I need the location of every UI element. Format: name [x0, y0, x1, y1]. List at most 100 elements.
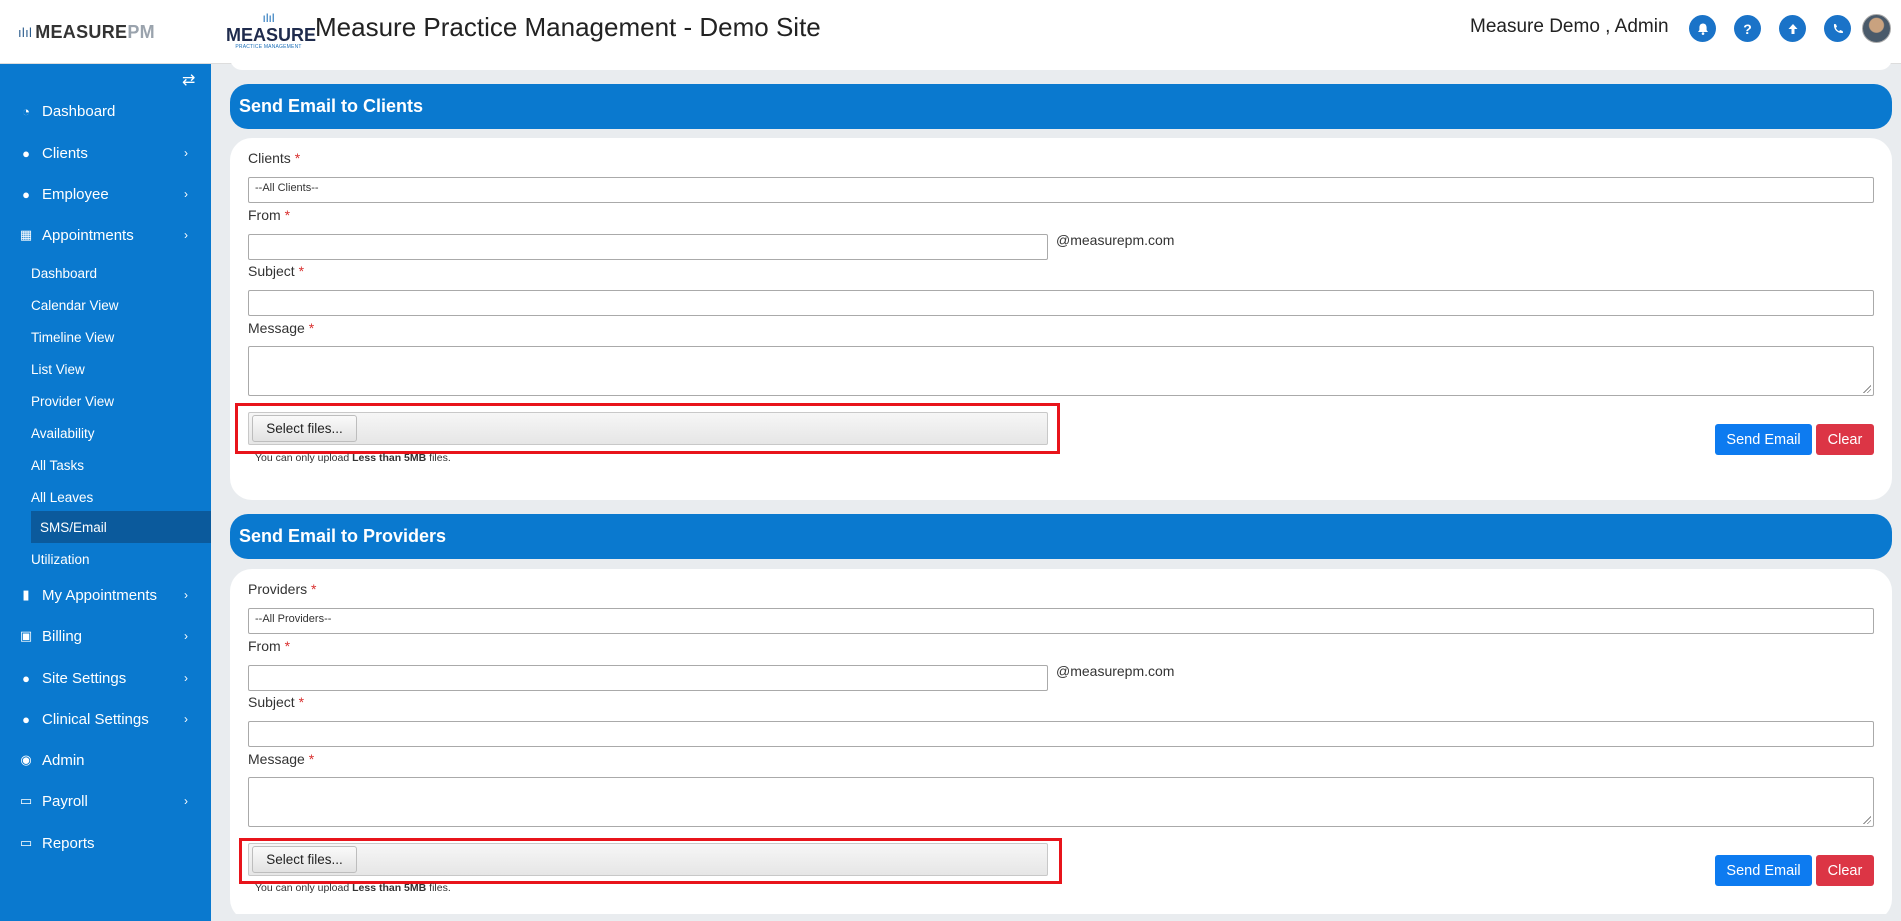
- email-domain: @measurepm.com: [1056, 232, 1175, 248]
- brand-suffix: PM: [127, 22, 155, 42]
- chevron-right-icon: ›: [184, 671, 188, 685]
- dashboard-icon: ◔: [22, 103, 30, 119]
- highlight-box: [239, 838, 1062, 884]
- sidebar-item-reports[interactable]: ▭ Reports: [0, 828, 211, 858]
- providers-label: Providers *: [248, 581, 317, 597]
- money-icon: ▣: [19, 628, 33, 643]
- previous-card-edge: [230, 58, 1892, 70]
- book-icon: ▮: [22, 587, 30, 602]
- calendar-icon: ▦: [19, 227, 33, 242]
- upload-icon[interactable]: [1779, 15, 1806, 42]
- sidebar-item-label: Admin: [42, 751, 85, 769]
- sidebar-subitem-list-view[interactable]: List View: [0, 353, 211, 385]
- users-icon: ●: [22, 186, 30, 202]
- subject-input[interactable]: [248, 721, 1874, 747]
- send-email-button[interactable]: Send Email: [1715, 855, 1812, 886]
- bell-icon[interactable]: [1689, 15, 1716, 42]
- chevron-right-icon: ›: [184, 712, 188, 726]
- sidebar: ⇄ ◔ Dashboard ● Clients › ● Employee › ▦…: [0, 64, 211, 921]
- clients-select[interactable]: --All Clients--: [248, 177, 1874, 203]
- sidebar-item-dashboard[interactable]: ◔ Dashboard: [0, 96, 211, 126]
- sidebar-item-label: Billing: [42, 627, 83, 645]
- sidebar-item-label: Appointments: [42, 226, 134, 244]
- sidebar-subitem-timeline-view[interactable]: Timeline View: [0, 321, 211, 353]
- sidebar-item-appointments[interactable]: ▦ Appointments ›: [0, 220, 211, 250]
- from-label: From *: [248, 638, 291, 654]
- sidebar-item-label: My Appointments: [42, 586, 158, 604]
- phone-icon[interactable]: [1824, 15, 1851, 42]
- logo-word: MEASURE: [226, 25, 317, 45]
- message-label: Message *: [248, 751, 315, 767]
- sidebar-subitem-utilization[interactable]: Utilization: [0, 543, 211, 575]
- brand-name: MEASURE: [35, 22, 128, 42]
- user-icon: ●: [22, 670, 30, 686]
- sidebar-item-label: Payroll: [42, 792, 88, 810]
- resize-grip-icon[interactable]: [1863, 385, 1871, 393]
- logo-subtitle: PRACTICE MANAGEMENT: [235, 44, 302, 50]
- sidebar-subitem-calendar-view[interactable]: Calendar View: [0, 289, 211, 321]
- section-header-providers: Send Email to Providers: [230, 514, 1892, 559]
- user-icon: ●: [22, 145, 30, 161]
- chevron-right-icon: ›: [184, 228, 188, 242]
- sidebar-item-label: Dashboard: [42, 102, 116, 120]
- sidebar-item-label: Reports: [42, 834, 95, 852]
- user-name[interactable]: Measure Demo , Admin: [1470, 16, 1669, 38]
- help-icon[interactable]: ?: [1734, 15, 1761, 42]
- credit-card-icon: ▭: [19, 835, 33, 850]
- highlight-box: [235, 403, 1060, 454]
- sidebar-item-label: Site Settings: [42, 669, 127, 687]
- page-bottom-edge: [230, 914, 1892, 921]
- chevron-right-icon: ›: [184, 146, 188, 160]
- clients-label: Clients *: [248, 150, 301, 166]
- sidebar-item-admin[interactable]: ◉ Admin: [0, 745, 211, 775]
- providers-email-card: Providers * --All Providers-- From * @me…: [230, 569, 1892, 921]
- sidebar-item-clients[interactable]: ● Clients ›: [0, 138, 211, 168]
- sidebar-item-label: Employee: [42, 185, 109, 203]
- from-input[interactable]: [248, 234, 1048, 260]
- chevron-right-icon: ›: [184, 794, 188, 808]
- sidebar-item-billing[interactable]: ▣ Billing ›: [0, 621, 211, 651]
- subject-label: Subject *: [248, 263, 305, 279]
- sidebar-toggle-icon[interactable]: ⇄: [182, 70, 195, 90]
- sidebar-subitem-dashboard[interactable]: Dashboard: [0, 257, 211, 289]
- sidebar-item-my-appointments[interactable]: ▮ My Appointments ›: [0, 580, 211, 610]
- chevron-right-icon: ›: [184, 588, 188, 602]
- email-domain: @measurepm.com: [1056, 663, 1175, 679]
- sidebar-item-label: Clients: [42, 144, 88, 162]
- sidebar-item-site-settings[interactable]: ● Site Settings ›: [0, 663, 211, 693]
- sidebar-subitem-availability[interactable]: Availability: [0, 417, 211, 449]
- message-textarea[interactable]: [248, 777, 1874, 827]
- upload-hint: You can only upload Less than 5MB files.: [255, 882, 451, 894]
- subject-label: Subject *: [248, 694, 305, 710]
- send-email-button[interactable]: Send Email: [1715, 424, 1812, 455]
- top-bar: ılıl MEASURE PM ılıl MEASURE PRACTICE MAN…: [0, 0, 1901, 64]
- page-title: Measure Practice Management - Demo Site: [315, 12, 821, 42]
- practice-logo: ılıl MEASURE PRACTICE MANAGEMENT: [226, 11, 317, 56]
- sidebar-subitem-all-tasks[interactable]: All Tasks: [0, 449, 211, 481]
- avatar[interactable]: [1862, 14, 1891, 43]
- sidebar-subitem-sms-email[interactable]: SMS/Email: [31, 511, 211, 543]
- message-textarea[interactable]: [248, 346, 1874, 396]
- from-label: From *: [248, 207, 291, 223]
- sidebar-subitem-provider-view[interactable]: Provider View: [0, 385, 211, 417]
- message-label: Message *: [248, 320, 315, 336]
- from-input[interactable]: [248, 665, 1048, 691]
- resize-grip-icon[interactable]: [1863, 816, 1871, 824]
- sidebar-item-clinical-settings[interactable]: ● Clinical Settings ›: [0, 704, 211, 734]
- clear-button[interactable]: Clear: [1816, 424, 1874, 455]
- clients-email-card: Clients * --All Clients-- From * @measur…: [230, 138, 1892, 500]
- providers-select[interactable]: --All Providers--: [248, 608, 1874, 634]
- subject-input[interactable]: [248, 290, 1874, 316]
- credit-card-icon: ▭: [19, 793, 33, 808]
- clear-button[interactable]: Clear: [1816, 855, 1874, 886]
- logo-mark-icon: ılıl: [262, 11, 275, 25]
- user-circle-icon: ◉: [20, 752, 32, 767]
- chevron-right-icon: ›: [184, 629, 188, 643]
- chevron-right-icon: ›: [184, 187, 188, 201]
- sidebar-subitem-all-leaves[interactable]: All Leaves: [0, 481, 211, 513]
- brand-mark-icon: ılıl: [18, 25, 33, 40]
- sidebar-item-employee[interactable]: ● Employee ›: [0, 179, 211, 209]
- sidebar-item-payroll[interactable]: ▭ Payroll ›: [0, 786, 211, 816]
- upload-hint: You can only upload Less than 5MB files.: [255, 452, 451, 464]
- brand-logo[interactable]: ılıl MEASURE PM: [18, 22, 155, 43]
